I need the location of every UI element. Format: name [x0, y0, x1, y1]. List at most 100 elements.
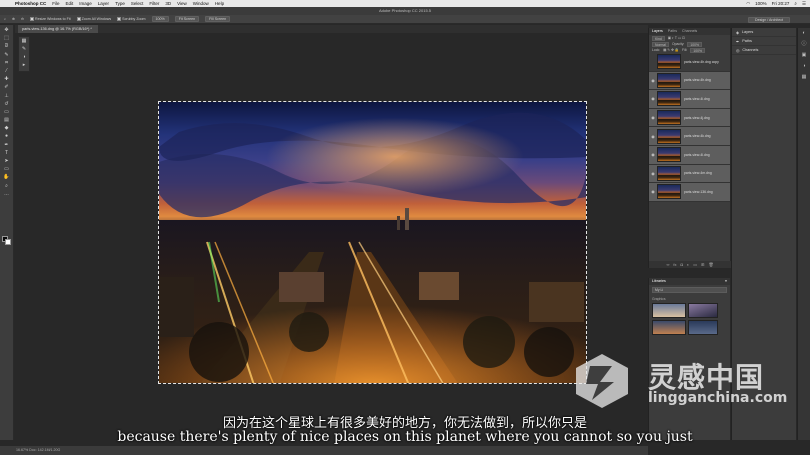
zoom-tool-icon[interactable]: ⌕ — [4, 17, 6, 21]
resize-windows-option[interactable]: Resize Windows to Fit — [30, 17, 71, 22]
apple-icon[interactable] — [5, 1, 11, 6]
tab-channels[interactable]: Channels — [682, 28, 697, 35]
panel-item-paths[interactable]: ✒ Paths — [732, 37, 796, 46]
path-select-tool-icon[interactable]: ➤ — [3, 158, 11, 164]
zoom-tool-icon[interactable]: ⌕ — [3, 183, 11, 189]
tab-paths[interactable]: Paths — [668, 28, 677, 35]
wifi-icon[interactable]: ◠ — [746, 1, 750, 7]
properties-icon[interactable]: ◑ — [19, 53, 29, 61]
hand-tool-icon[interactable]: ✋ — [3, 174, 11, 180]
menu-filter[interactable]: Filter — [149, 1, 159, 6]
panel-item-layers[interactable]: ◈ Layers — [732, 28, 796, 37]
visibility-eye-icon[interactable]: ◉ — [649, 152, 657, 157]
menu-select[interactable]: Select — [131, 1, 144, 6]
library-item[interactable] — [688, 320, 718, 335]
zoom-out-icon[interactable]: ⊖ — [21, 17, 24, 21]
battery-level[interactable]: 100% — [755, 1, 767, 6]
eraser-tool-icon[interactable]: ▭ — [3, 109, 11, 115]
pen-tool-icon[interactable]: ✒ — [3, 142, 11, 148]
layer-row[interactable]: ◉ paris-view-4h.dng — [649, 71, 730, 91]
type-tool-icon[interactable]: T — [3, 150, 11, 156]
menu-window[interactable]: Window — [193, 1, 209, 6]
adjustment-layer-icon[interactable]: ◐ — [687, 261, 689, 268]
layer-row[interactable]: ◉ paris-view-136.dng — [649, 183, 730, 202]
document-photo[interactable] — [158, 101, 587, 384]
color-panel-icon[interactable]: ◐ — [798, 28, 810, 39]
menu-edit[interactable]: Edit — [66, 1, 74, 6]
adjustments-panel-icon[interactable]: ◑ — [798, 61, 810, 72]
workspace-switcher[interactable]: Design / Architect — [748, 16, 790, 23]
info-panel-icon[interactable]: ⓘ — [798, 39, 810, 50]
layer-row[interactable]: ◉ paris-view-4i.dng — [649, 90, 730, 109]
lasso-tool-icon[interactable]: ᘐ — [3, 43, 11, 49]
brush-tool-icon[interactable]: ✐ — [3, 84, 11, 90]
menu-type[interactable]: Type — [115, 1, 125, 6]
clone-stamp-tool-icon[interactable]: ⊥ — [3, 93, 11, 99]
eyedropper-tool-icon[interactable]: ⁄ — [3, 68, 11, 74]
brush-preset-icon[interactable]: ✎ — [19, 45, 29, 53]
menu-help[interactable]: Help — [215, 1, 224, 6]
library-select[interactable]: My Li — [652, 287, 727, 293]
kind-filter-select[interactable]: Kind — [652, 35, 665, 41]
actions-icon[interactable]: ▸ — [19, 61, 29, 69]
history-icon[interactable]: ▦ — [19, 37, 29, 45]
libraries-panel-icon[interactable]: ▣ — [798, 50, 810, 61]
menu-app-name[interactable]: Photoshop CC — [15, 1, 46, 6]
visibility-eye-icon[interactable]: ◉ — [649, 171, 657, 176]
menu-3d[interactable]: 3D — [165, 1, 171, 6]
blur-tool-icon[interactable]: ◆ — [3, 125, 11, 131]
zoom-100-button[interactable]: 100% — [151, 16, 169, 22]
rectangle-tool-icon[interactable]: ▭ — [3, 166, 11, 172]
gradient-tool-icon[interactable]: ▤ — [3, 117, 11, 123]
fit-screen-button[interactable]: Fit Screen — [174, 16, 200, 22]
dodge-tool-icon[interactable]: ● — [3, 133, 11, 139]
visibility-eye-icon[interactable]: ◉ — [649, 78, 657, 83]
visibility-eye-icon[interactable]: ◉ — [649, 96, 657, 101]
healing-brush-tool-icon[interactable]: ✚ — [3, 76, 11, 82]
layer-row[interactable]: paris-view-4h.dng copy — [649, 53, 730, 72]
menu-view[interactable]: View — [177, 1, 187, 6]
tab-layers[interactable]: Layers — [652, 28, 663, 35]
visibility-eye-icon[interactable]: ◉ — [649, 134, 657, 139]
clock[interactable]: Fri 20:27 — [772, 1, 790, 6]
search-icon[interactable]: ⌕ — [794, 1, 797, 6]
crop-tool-icon[interactable]: ⌗ — [3, 60, 11, 66]
styles-panel-icon[interactable]: ▦ — [798, 72, 810, 83]
visibility-eye-icon[interactable]: ◉ — [649, 189, 657, 194]
new-layer-icon[interactable]: ⊞ — [701, 261, 704, 268]
move-tool-icon[interactable]: ✥ — [3, 27, 11, 33]
history-brush-tool-icon[interactable]: ↺ — [3, 101, 11, 107]
delete-layer-icon[interactable]: 🗑 — [708, 261, 713, 268]
menu-list-icon[interactable]: ☰ — [802, 1, 806, 7]
layer-row[interactable]: ◉ paris-view-4k.dng — [649, 127, 730, 146]
fill-input[interactable]: 100% — [690, 47, 706, 53]
add-mask-icon[interactable]: ◘ — [680, 261, 682, 268]
panel-menu-icon[interactable]: ≡ — [725, 278, 727, 285]
library-item[interactable] — [688, 303, 718, 318]
filter-icons[interactable]: ▣ ◐ T ▭ ⊡ — [668, 36, 685, 40]
layer-row[interactable]: ◉ paris-view-4j.dng — [649, 108, 730, 128]
menu-image[interactable]: Image — [79, 1, 92, 6]
quick-select-tool-icon[interactable]: ✎ — [3, 52, 11, 58]
layer-style-icon[interactable]: fx — [673, 261, 676, 268]
menu-layer[interactable]: Layer — [98, 1, 109, 6]
layer-row[interactable]: ◉ paris-view-4l.dng — [649, 145, 730, 165]
document-tab[interactable]: paris-view-136.dng @ 16.7% (RGB/16*) * — [18, 25, 98, 33]
fill-screen-button[interactable]: Fill Screen — [205, 16, 231, 22]
opacity-input[interactable]: 100% — [687, 41, 703, 47]
library-item[interactable] — [652, 320, 686, 335]
link-layers-icon[interactable]: ∞ — [666, 261, 669, 268]
panel-item-channels[interactable]: ◎ Channels — [732, 46, 796, 55]
library-item[interactable] — [652, 303, 686, 318]
zoom-all-windows-option[interactable]: Zoom All Windows — [76, 17, 111, 22]
new-group-icon[interactable]: ▭ — [693, 261, 697, 268]
more-tools-icon[interactable]: … — [3, 191, 11, 197]
lock-icons[interactable]: ▦ ✎ ✥ 🔒 — [663, 48, 679, 52]
scrubby-zoom-option[interactable]: Scrubby Zoom — [117, 17, 146, 22]
background-color-swatch[interactable] — [5, 239, 11, 245]
blend-mode-select[interactable]: Normal — [652, 41, 669, 47]
layer-row[interactable]: ◉ paris-view-4m.dng — [649, 164, 730, 184]
menu-file[interactable]: File — [52, 1, 59, 6]
zoom-in-icon[interactable]: ⊕ — [12, 17, 15, 21]
visibility-eye-icon[interactable]: ◉ — [649, 115, 657, 120]
